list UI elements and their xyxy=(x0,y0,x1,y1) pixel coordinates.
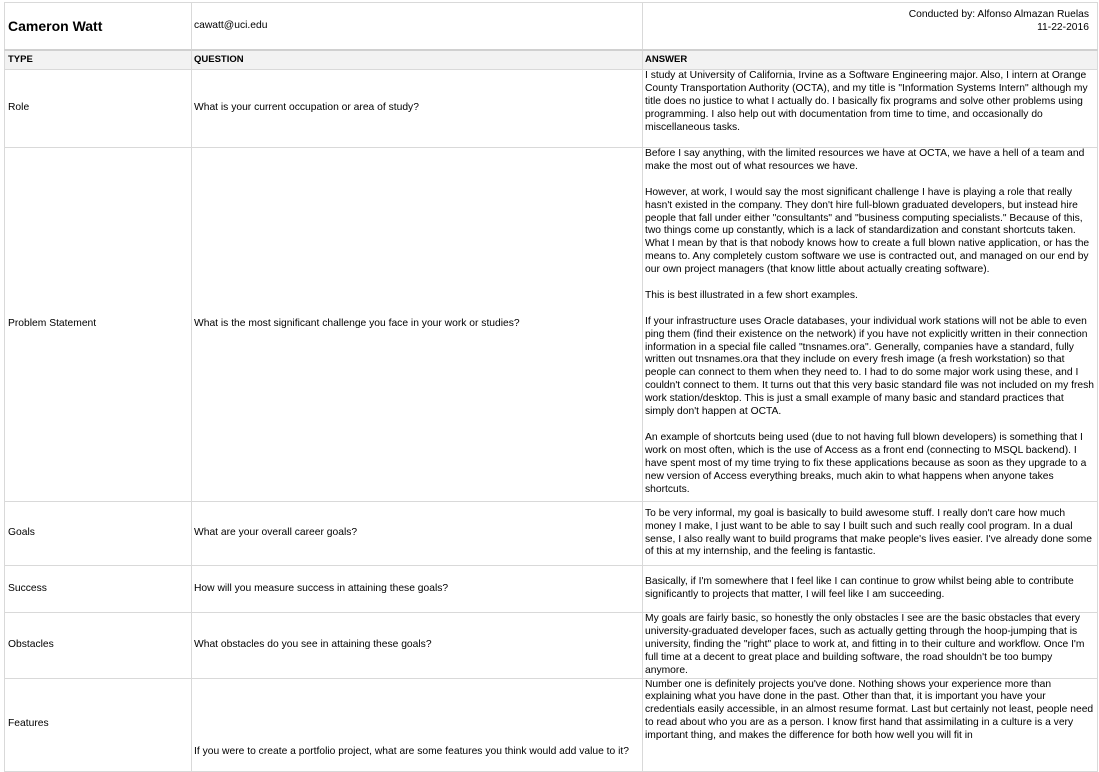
question-cell[interactable]: How will you measure success in attainin… xyxy=(191,565,643,613)
question-cell[interactable]: What is the most significant challenge y… xyxy=(191,147,643,502)
answer-cell[interactable]: I study at University of California, Irv… xyxy=(642,69,1098,148)
table-row: Problem Statement What is the most signif… xyxy=(4,147,1098,502)
column-header-question[interactable]: QUESTION xyxy=(191,49,643,70)
interview-table: Cameron Watt cawatt@uci.edu Conducted by… xyxy=(4,2,1098,772)
answer-paragraph: Number one is definitely projects you've… xyxy=(645,678,1094,742)
question-cell[interactable]: What obstacles do you see in attaining t… xyxy=(191,612,643,679)
table-row: Obstacles What obstacles do you see in at… xyxy=(4,612,1098,679)
answer-cell[interactable]: My goals are fairly basic, so honestly t… xyxy=(642,612,1098,679)
answer-cell[interactable]: Basically, if I'm somewhere that I feel … xyxy=(642,565,1098,613)
type-cell[interactable]: Success xyxy=(4,565,192,613)
question-cell[interactable]: If you were to create a portfolio projec… xyxy=(191,677,643,772)
answer-paragraph: My goals are fairly basic, so honestly t… xyxy=(645,613,1085,676)
table-row: Goals What are your overall career goals?… xyxy=(4,501,1098,566)
column-header-row: TYPE QUESTION ANSWER xyxy=(4,49,1098,70)
answer-paragraph: Basically, if I'm somewhere that I feel … xyxy=(645,576,1074,600)
interview-sheet: Cameron Watt cawatt@uci.edu Conducted by… xyxy=(4,2,1098,772)
answer-paragraph: This is best illustrated in a few short … xyxy=(645,289,858,301)
answer-paragraph: An example of shortcuts being used (due … xyxy=(645,431,1087,495)
answer-paragraph: If your infrastructure uses Oracle datab… xyxy=(645,315,1094,418)
conducted-by: Conducted by: Alfonso Almazan Ruelas xyxy=(908,9,1089,20)
answer-paragraph: To be very informal, my goal is basicall… xyxy=(645,507,1092,558)
column-header-type[interactable]: TYPE xyxy=(4,49,192,70)
type-cell[interactable]: Role xyxy=(4,69,192,148)
conducted-by-cell[interactable]: Conducted by: Alfonso Almazan Ruelas 11-… xyxy=(642,2,1098,51)
header-row: Cameron Watt cawatt@uci.edu Conducted by… xyxy=(4,2,1098,51)
answer-paragraph: I study at University of California, Irv… xyxy=(645,70,1088,133)
interviewee-email[interactable]: cawatt@uci.edu xyxy=(191,2,643,51)
question-cell[interactable]: What is your current occupation or area … xyxy=(191,69,643,148)
interview-date: 11-22-2016 xyxy=(1037,21,1089,33)
answer-cell[interactable]: To be very informal, my goal is basicall… xyxy=(642,501,1098,566)
type-cell[interactable]: Problem Statement xyxy=(4,147,192,502)
table-row: Role What is your current occupation or a… xyxy=(4,69,1098,148)
question-cell[interactable]: What are your overall career goals? xyxy=(191,501,643,566)
answer-cell[interactable]: Number one is definitely projects you've… xyxy=(642,677,1098,772)
type-cell[interactable]: Goals xyxy=(4,501,192,566)
column-header-answer[interactable]: ANSWER xyxy=(642,49,1098,70)
answer-paragraph: However, at work, I would say the most s… xyxy=(645,186,1090,276)
table-row: Features If you were to create a portfoli… xyxy=(4,677,1098,772)
type-cell[interactable]: Obstacles xyxy=(4,612,192,679)
answer-cell[interactable]: Before I say anything, with the limited … xyxy=(642,147,1098,502)
table-row: Success How will you measure success in a… xyxy=(4,565,1098,613)
interviewee-name[interactable]: Cameron Watt xyxy=(4,2,192,51)
answer-paragraph: Before I say anything, with the limited … xyxy=(645,148,1085,172)
type-cell[interactable]: Features xyxy=(4,677,192,772)
